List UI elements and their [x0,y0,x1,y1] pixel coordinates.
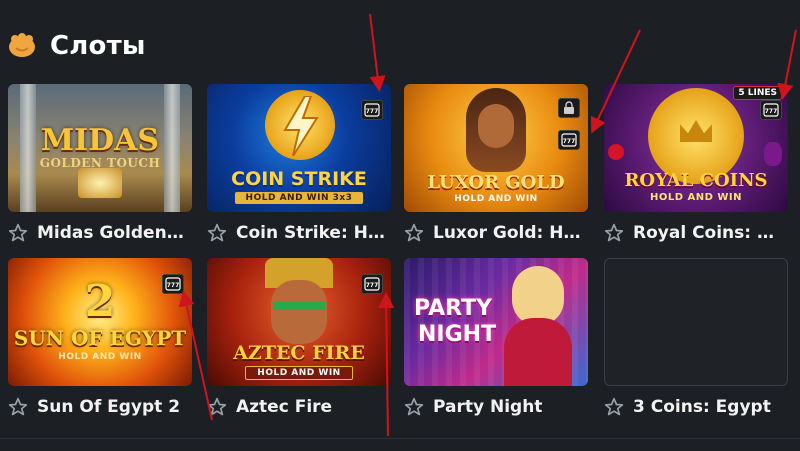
favorite-star-icon[interactable] [8,397,28,417]
game-name[interactable]: Coin Strike: Hol... [236,223,386,243]
game-thumbnail[interactable]: COIN STRIKE HOLD AND WIN 3x3 777 [207,84,391,212]
thumb-subtitle: HOLD AND WIN [58,352,142,362]
thumb-title: MIDAS [40,123,160,158]
game-card[interactable]: COIN STRIKE HOLD AND WIN 3x3 777 Coin St… [207,84,391,244]
game-name[interactable]: Luxor Gold: Hol... [433,223,583,243]
favorite-star-icon[interactable] [404,223,424,243]
section-header: Слоты [6,26,146,66]
thumb-subtitle: HOLD AND WIN [454,194,538,204]
slot-badge [558,98,580,118]
slot-badge: 777 [361,100,383,120]
thumb-title: PARTY [414,296,493,321]
game-thumbnail[interactable]: 2 SUN OF EGYPT HOLD AND WIN 777 [8,258,192,386]
svg-text:777: 777 [366,282,379,289]
slot-machine-icon: 777 [364,277,380,291]
slot-badge: 777 [361,274,383,294]
page-title: Слоты [50,31,146,61]
svg-text:777: 777 [366,108,379,115]
favorite-star-icon[interactable] [604,223,624,243]
favorite-star-icon[interactable] [404,397,424,417]
game-thumbnail[interactable] [604,258,788,386]
favorite-star-icon[interactable] [8,223,28,243]
thumb-subtitle: GOLDEN TOUCH [39,156,161,170]
game-card[interactable]: LUXOR GOLD HOLD AND WIN 777 Luxor Gold: … [404,84,588,244]
slot-badge: 777 [558,130,580,150]
game-name[interactable]: Aztec Fire [236,397,386,417]
thumb-title: COIN STRIKE [231,168,367,190]
thumb-subtitle: HOLD AND WIN 3x3 [235,192,363,204]
slot-badge: 777 [162,274,184,294]
svg-text:777: 777 [765,108,778,115]
slot-machine-icon: 777 [561,133,577,147]
slot-machine-icon: 777 [763,103,779,117]
favorite-star-icon[interactable] [207,223,227,243]
game-thumbnail[interactable]: AZTEC FIRE HOLD AND WIN 777 [207,258,391,386]
game-card[interactable]: 2 SUN OF EGYPT HOLD AND WIN 777 Sun Of E… [8,258,192,418]
game-name[interactable]: Sun Of Egypt 2 [37,397,187,417]
thumb-title-2: NIGHT [418,322,497,347]
thumb-title: AZTEC FIRE [233,342,365,364]
game-card[interactable]: ROYAL COINS HOLD AND WIN 5 LINES 777 Roy… [604,84,788,244]
svg-text:777: 777 [563,138,576,145]
game-card[interactable]: 3 Coins: Egypt [604,258,788,418]
thumb-title: LUXOR GOLD [427,172,565,193]
lock-icon [564,101,574,114]
game-name[interactable]: Party Night [433,397,583,417]
lines-badge: 5 LINES [733,86,782,100]
game-name[interactable]: Royal Coins: Hol... [633,223,783,243]
game-card[interactable]: MIDAS GOLDEN TOUCH Midas Golden T... [8,84,192,244]
thumb-subtitle: HOLD AND WIN [649,192,743,203]
game-name[interactable]: Midas Golden T... [37,223,187,243]
game-name[interactable]: 3 Coins: Egypt [633,397,783,417]
thumb-subtitle: HOLD AND WIN [245,366,353,380]
game-thumbnail[interactable]: MIDAS GOLDEN TOUCH [8,84,192,212]
annotation-arrow [369,13,386,92]
section-divider [0,438,800,439]
game-card[interactable]: PARTY NIGHT Party Night [404,258,588,418]
slot-machine-icon: 777 [364,103,380,117]
game-thumbnail[interactable]: PARTY NIGHT [404,258,588,386]
slot-machine-icon: 777 [165,277,181,291]
favorite-star-icon[interactable] [207,397,227,417]
thumb-title: ROYAL COINS [624,170,768,191]
game-thumbnail[interactable]: ROYAL COINS HOLD AND WIN 5 LINES 777 [604,84,788,212]
favorite-star-icon[interactable] [604,397,624,417]
gamepad-icon [9,33,35,57]
slot-badge: 777 [760,100,782,120]
thumb-title: SUN OF EGYPT [13,326,187,350]
game-thumbnail[interactable]: LUXOR GOLD HOLD AND WIN 777 [404,84,588,212]
game-card[interactable]: AZTEC FIRE HOLD AND WIN 777 Aztec Fire [207,258,391,418]
svg-text:777: 777 [167,282,180,289]
